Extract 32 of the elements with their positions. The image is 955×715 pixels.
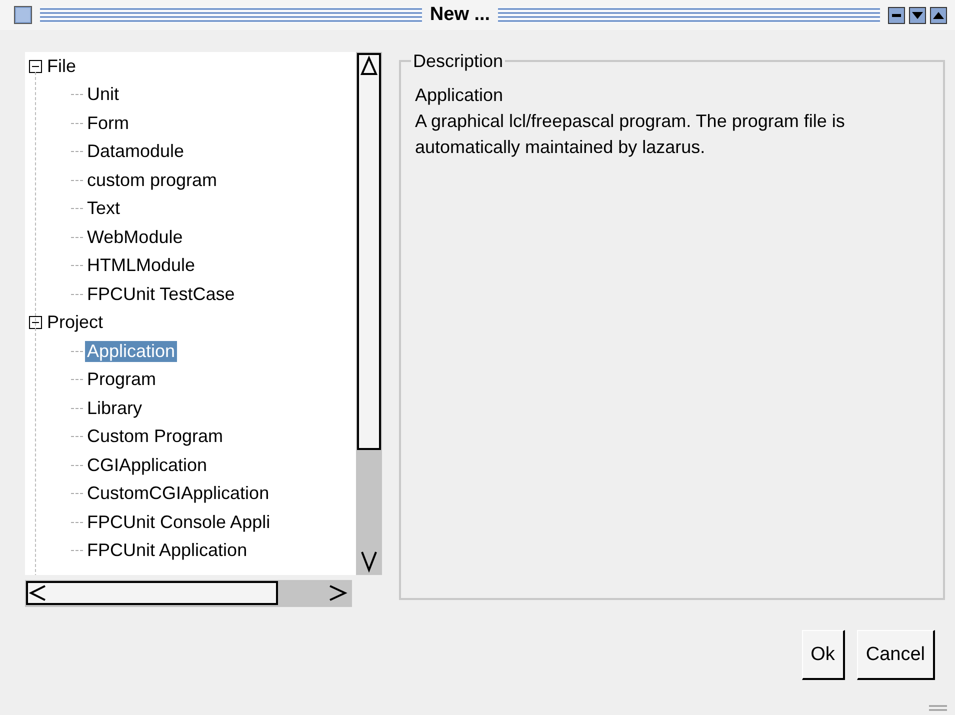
tree-item[interactable]: FPCUnit Console Appli xyxy=(85,512,272,533)
ok-button[interactable]: Ok xyxy=(802,630,845,680)
tree-item[interactable]: FPCUnit Application xyxy=(85,540,250,562)
description-text: A graphical lcl/freepascal program. The program file is automatically maintained by lazarus. xyxy=(415,110,846,159)
tree-item[interactable]: custom program xyxy=(85,170,220,191)
caret-up-icon[interactable] xyxy=(930,6,947,24)
tree-item[interactable]: HTMLModule xyxy=(85,255,198,276)
tree-item[interactable]: Library xyxy=(85,398,144,419)
collapse-icon[interactable] xyxy=(29,60,42,73)
tree-item[interactable]: FPCUnit TestCase xyxy=(85,284,237,305)
minimize-icon[interactable] xyxy=(888,6,905,24)
collapse-icon[interactable] xyxy=(29,316,42,330)
window-title: New ... xyxy=(430,4,490,26)
tree-item[interactable]: Application xyxy=(85,340,178,362)
tree-item[interactable]: WebModule xyxy=(85,226,185,248)
horizontal-scrollbar[interactable] xyxy=(25,580,352,607)
tree-item[interactable]: Text xyxy=(85,198,122,220)
tree-item[interactable]: CGIApplication xyxy=(85,454,210,476)
tree-item[interactable]: Unit xyxy=(85,84,122,106)
tree-item[interactable]: Custom Program xyxy=(85,426,226,448)
caret-down-icon[interactable] xyxy=(909,6,926,24)
resize-grip-icon[interactable] xyxy=(929,705,947,711)
description-heading: Application xyxy=(415,84,504,107)
tree-item[interactable]: Form xyxy=(85,112,131,134)
window-menu-icon[interactable] xyxy=(14,6,32,24)
tree-item[interactable]: CustomCGIApplication xyxy=(85,483,272,504)
cancel-button[interactable]: Cancel xyxy=(856,630,935,680)
vertical-scrollbar[interactable] xyxy=(356,52,382,575)
tree-item[interactable]: File xyxy=(45,56,78,77)
tree-item[interactable]: Datamodule xyxy=(85,141,186,162)
tree-item[interactable]: Project xyxy=(45,312,106,334)
tree-item[interactable]: Program xyxy=(85,369,158,390)
